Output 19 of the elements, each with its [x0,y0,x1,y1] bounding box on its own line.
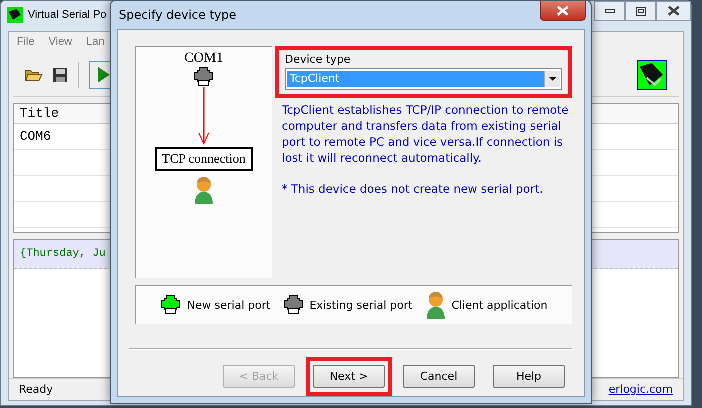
note-text: * This device does not create new serial port. [282,182,544,196]
status-text: Ready [19,383,54,396]
device-type-dropdown[interactable]: TcpClient [285,68,562,90]
dialog-button[interactable]: Cancel [403,365,475,388]
dialog-button[interactable]: Help [493,365,565,388]
menu-item[interactable]: File [17,36,35,48]
port-label: COM1 [184,51,224,67]
legend-label: Client application [452,298,548,312]
dialog-title: Specify device type [119,8,237,22]
website-link[interactable]: erlogic.com [608,383,673,396]
description-text: TcpClient establishes TCP/IP connection to remote computer and transfers data from existing serial port to remote PC and vice versa.If connection is lost it will reconnect automatically. [282,102,570,166]
legend-label: Existing serial port [310,298,413,312]
legend-label: New serial port [187,298,271,312]
menu-item[interactable]: Lan [86,36,105,48]
menu-item[interactable]: View [48,36,72,48]
field-label: Device type [285,53,352,66]
dialog-button[interactable]: Next > [313,365,385,388]
connection-box: TCP connection [155,147,253,171]
window-title: Virtual Serial Po [28,9,107,21]
